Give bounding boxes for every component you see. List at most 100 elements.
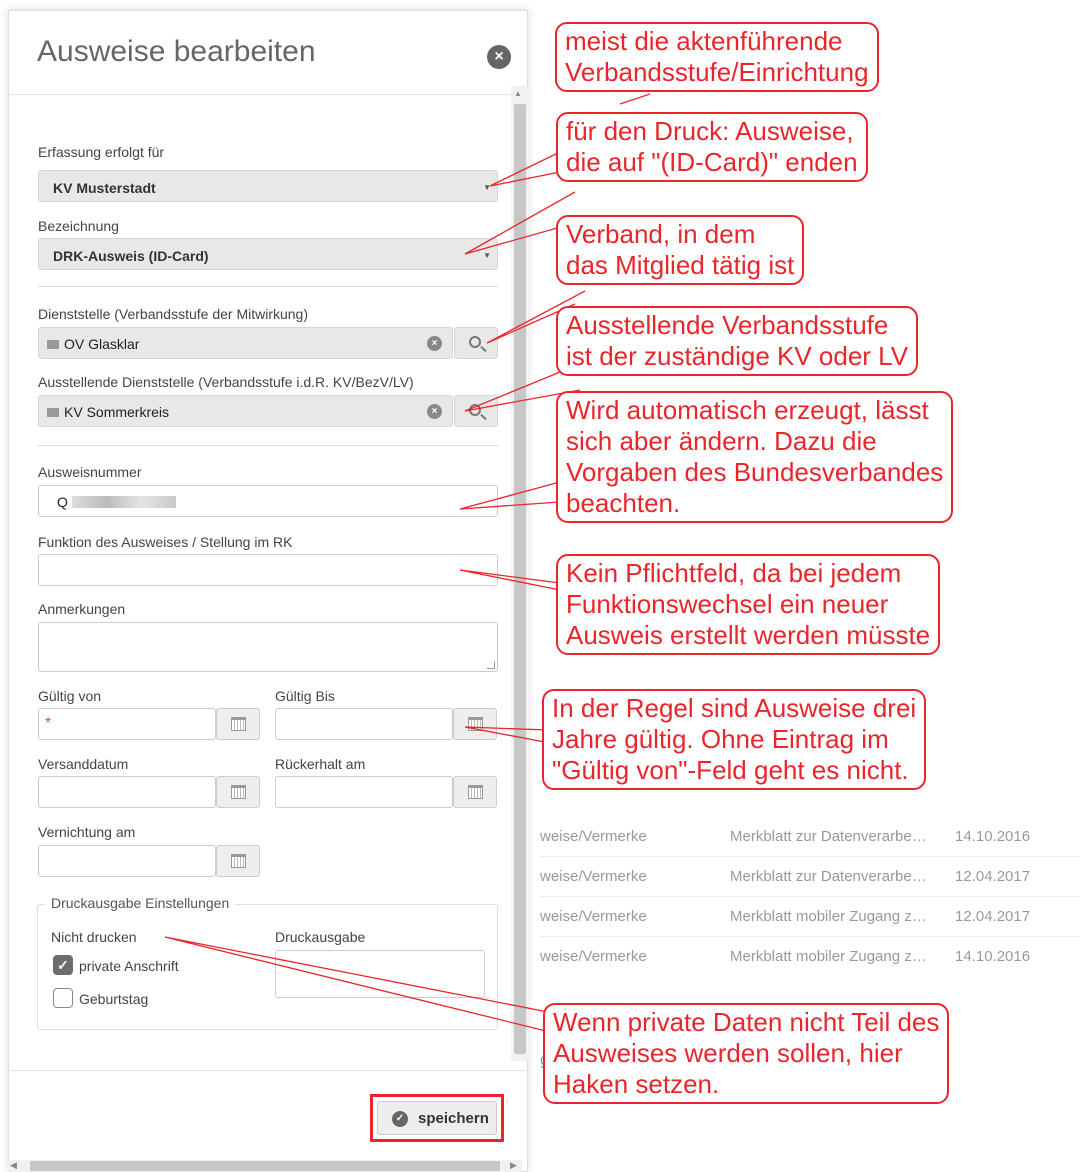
- gueltig-bis-input[interactable]: [275, 708, 453, 740]
- table-cell: weise/Vermerke: [540, 868, 647, 885]
- dienststelle-label: Dienststelle (Verbandsstufe der Mitwirku…: [38, 306, 309, 322]
- section-divider: [38, 445, 498, 446]
- erfassung-select[interactable]: KV Musterstadt ▼: [38, 170, 498, 202]
- chevron-down-icon: ▼: [483, 251, 491, 260]
- gueltig-von-calendar-button[interactable]: [216, 708, 260, 740]
- versanddatum-input[interactable]: [38, 776, 216, 808]
- table-cell: weise/Vermerke: [540, 828, 647, 845]
- callout-line: Haken setzen.: [553, 1069, 720, 1099]
- rueckerhalt-label: Rückerhalt am: [275, 756, 366, 772]
- versanddatum-label: Versanddatum: [38, 756, 129, 772]
- callout-line: Vorgaben des Bundesverbandes: [566, 457, 944, 487]
- ausstellend-label: Ausstellende Dienststelle (Verbandsstufe…: [38, 374, 414, 390]
- callout-line: Jahre gültig. Ohne Eintrag im: [552, 724, 889, 754]
- bezeichnung-value: DRK-Ausweis (ID-Card): [53, 248, 209, 264]
- calendar-icon: [231, 717, 246, 731]
- callout-line: ist der zuständige KV oder LV: [566, 341, 909, 371]
- private-anschrift-label[interactable]: private Anschrift: [79, 958, 179, 974]
- table-cell: 14.10.2016: [955, 828, 1031, 845]
- callout-line: "Gültig von"-Feld geht es nicht.: [552, 755, 909, 785]
- table-cell: weise/Vermerke: [540, 908, 647, 925]
- annotation-callout: für den Druck: Ausweise, die auf "(ID-Ca…: [556, 112, 868, 182]
- vertical-scrollbar-thumb[interactable]: [514, 104, 526, 1054]
- clear-icon[interactable]: ×: [427, 336, 442, 351]
- gueltig-bis-calendar-button[interactable]: [453, 708, 497, 740]
- geburtstag-checkbox[interactable]: [53, 988, 73, 1008]
- callout-line: das Mitglied tätig ist: [566, 250, 795, 280]
- callout-line: für den Druck: Ausweise,: [566, 116, 854, 146]
- scroll-up-arrow-icon[interactable]: ▲: [514, 89, 522, 98]
- calendar-icon: [231, 854, 246, 868]
- rueckerhalt-calendar-button[interactable]: [453, 776, 497, 808]
- vernichtung-input[interactable]: [38, 845, 216, 877]
- calendar-icon: [468, 785, 483, 799]
- modal-title: Ausweise bearbeiten: [37, 35, 316, 68]
- close-icon[interactable]: ×: [487, 45, 511, 69]
- table-cell: 12.04.2017: [955, 868, 1031, 885]
- chevron-down-icon: ▼: [483, 183, 491, 192]
- save-button[interactable]: ✓ speichern: [377, 1101, 497, 1135]
- funktion-input[interactable]: [38, 554, 498, 586]
- vernichtung-label: Vernichtung am: [38, 824, 136, 840]
- annotation-callout: In der Regel sind Ausweise drei Jahre gü…: [542, 689, 927, 790]
- table-row[interactable]: weise/Vermerke Merkblatt mobiler Zugang …: [540, 936, 1080, 976]
- callout-line: Verband, in dem: [566, 219, 756, 249]
- table-row[interactable]: weise/Vermerke Merkblatt zur Datenverarb…: [540, 816, 1080, 856]
- dienststelle-lookup[interactable]: OV Glasklar ×: [38, 327, 453, 359]
- ausstellend-search-button[interactable]: [454, 395, 498, 427]
- horizontal-scrollbar-thumb[interactable]: [30, 1161, 500, 1171]
- callout-line: meist die aktenführende: [565, 26, 843, 56]
- org-unit-icon: [47, 408, 59, 417]
- annotation-callout: Wird automatisch erzeugt, lässt sich abe…: [556, 391, 954, 523]
- callout-line: sich aber ändern. Dazu die: [566, 426, 877, 456]
- dienststelle-search-button[interactable]: [454, 327, 498, 359]
- rueckerhalt-input[interactable]: [275, 776, 453, 808]
- erfassung-label: Erfassung erfolgt für: [38, 144, 165, 160]
- callout-line: Wird automatisch erzeugt, lässt: [566, 395, 929, 425]
- resize-grip-icon[interactable]: [487, 661, 495, 669]
- bezeichnung-select[interactable]: DRK-Ausweis (ID-Card) ▼: [38, 238, 498, 270]
- annotation-callout: meist die aktenführende Verbandsstufe/Ei…: [555, 22, 879, 92]
- druckausgabe-label: Druckausgabe: [275, 929, 366, 945]
- anmerkungen-label: Anmerkungen: [38, 601, 126, 617]
- search-icon: [469, 404, 481, 416]
- vernichtung-calendar-button[interactable]: [216, 845, 260, 877]
- table-cell: 14.10.2016: [955, 948, 1031, 965]
- callout-line: beachten.: [566, 488, 681, 518]
- geburtstag-label[interactable]: Geburtstag: [79, 991, 148, 1007]
- annotation-callout: Kein Pflichtfeld, da bei jedem Funktions…: [556, 554, 941, 655]
- save-button-label: speichern: [418, 1110, 489, 1127]
- table-cell: 12.04.2017: [955, 908, 1031, 925]
- checkmark-icon: ✓: [57, 957, 69, 973]
- table-cell: Merkblatt mobiler Zugang z…: [730, 948, 927, 965]
- scroll-right-arrow-icon[interactable]: ▶: [510, 1160, 517, 1171]
- table-row[interactable]: weise/Vermerke Merkblatt mobiler Zugang …: [540, 896, 1080, 936]
- versanddatum-calendar-button[interactable]: [216, 776, 260, 808]
- druckausgabe-output[interactable]: [275, 950, 485, 998]
- callout-line: Wenn private Daten nicht Teil des: [553, 1007, 940, 1037]
- table-cell: Merkblatt mobiler Zugang z…: [730, 908, 927, 925]
- calendar-icon: [468, 717, 483, 731]
- annotation-callout: Wenn private Daten nicht Teil des Auswei…: [543, 1003, 950, 1104]
- gueltig-von-input[interactable]: *: [38, 708, 216, 740]
- calendar-icon: [231, 785, 246, 799]
- callout-line: Ausweis erstellt werden müsste: [566, 620, 931, 650]
- erfassung-value: KV Musterstadt: [53, 180, 156, 196]
- funktion-label: Funktion des Ausweises / Stellung im RK: [38, 534, 293, 550]
- callout-line: Ausweises werden sollen, hier: [553, 1038, 903, 1068]
- callout-line: Kein Pflichtfeld, da bei jedem: [566, 558, 902, 588]
- check-circle-icon: ✓: [392, 1111, 408, 1127]
- gueltig-von-label: Gültig von: [38, 688, 102, 704]
- callout-line: Ausstellende Verbandsstufe: [566, 310, 889, 340]
- clear-icon[interactable]: ×: [427, 404, 442, 419]
- required-marker: *: [45, 715, 52, 732]
- anmerkungen-textarea[interactable]: [38, 622, 498, 672]
- scroll-left-arrow-icon[interactable]: ◀: [10, 1160, 17, 1171]
- modal-header: Ausweise bearbeiten ×: [9, 11, 529, 95]
- ausweisnummer-input[interactable]: Q: [38, 485, 498, 517]
- org-unit-icon: [47, 340, 59, 349]
- table-cell: Merkblatt zur Datenverarbe…: [730, 868, 927, 885]
- private-anschrift-checkbox[interactable]: ✓: [53, 955, 73, 975]
- ausstellend-lookup[interactable]: KV Sommerkreis ×: [38, 395, 453, 427]
- table-row[interactable]: weise/Vermerke Merkblatt zur Datenverarb…: [540, 856, 1080, 896]
